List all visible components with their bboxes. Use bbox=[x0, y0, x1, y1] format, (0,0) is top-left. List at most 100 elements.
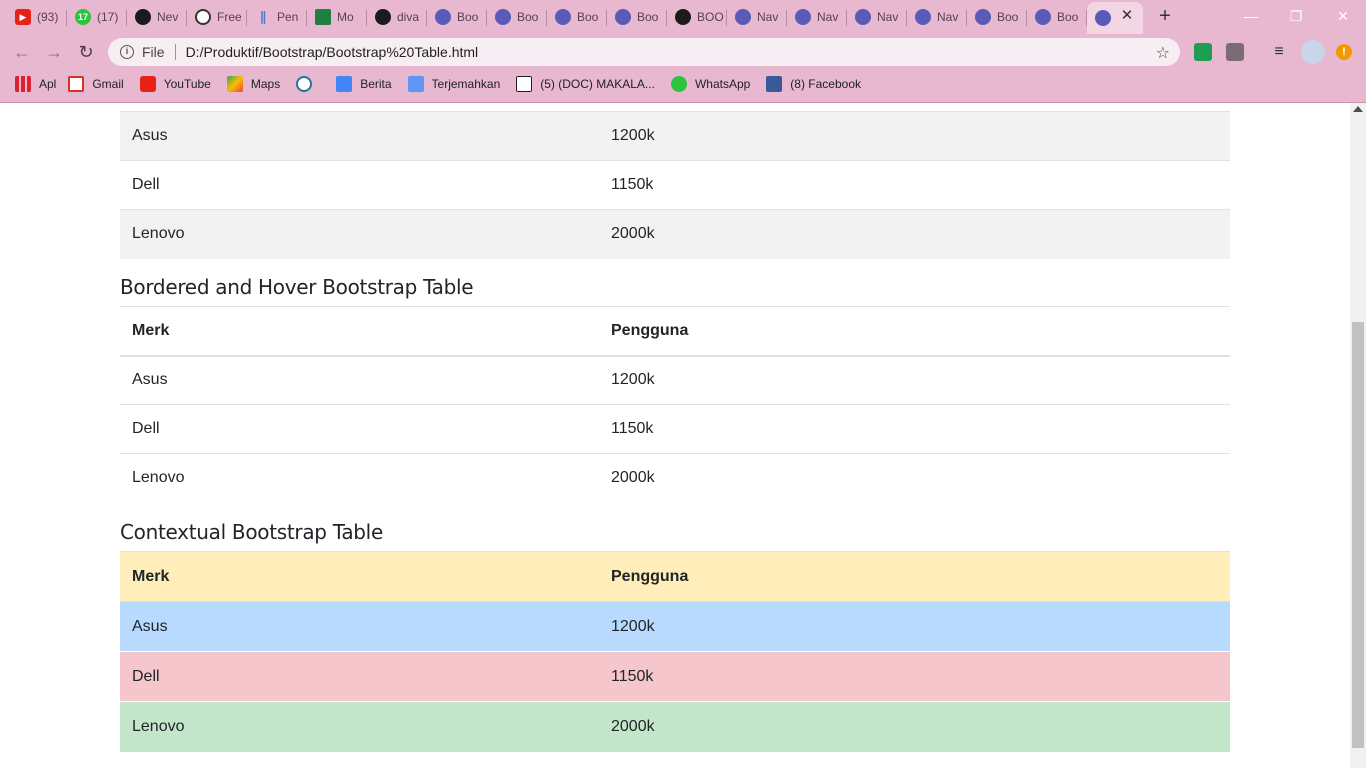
url-scheme: File bbox=[142, 44, 165, 60]
page-viewport: Asus 1200k Dell 1150k Lenovo 2000k Borde… bbox=[0, 103, 1350, 768]
minimize-icon[interactable]: — bbox=[1240, 6, 1262, 26]
bookmark-maps[interactable]: Maps bbox=[226, 76, 280, 92]
bookmark-wordpress[interactable] bbox=[296, 76, 320, 92]
youtube-icon: ▶ bbox=[15, 9, 31, 25]
github-icon bbox=[135, 9, 151, 25]
globe-icon bbox=[735, 9, 751, 25]
tab[interactable]: ▶ (93) bbox=[7, 4, 67, 30]
update-warning-icon[interactable]: ! bbox=[1336, 44, 1352, 60]
cell-pengguna: 2000k bbox=[611, 717, 655, 735]
info-icon[interactable]: i bbox=[120, 45, 134, 59]
pen-icon: ∥ bbox=[259, 9, 267, 24]
back-button[interactable]: ← bbox=[10, 40, 34, 64]
table-row-success: Lenovo 2000k bbox=[120, 701, 1230, 752]
tab[interactable]: Free bbox=[187, 4, 247, 30]
restore-icon[interactable]: ❐ bbox=[1285, 6, 1307, 26]
reload-button[interactable]: ↻ bbox=[74, 40, 98, 64]
bookmark-gmail[interactable]: Gmail bbox=[68, 76, 124, 92]
tab[interactable]: Boo bbox=[427, 4, 487, 30]
table-header-row: Merk Pengguna bbox=[120, 551, 1230, 602]
bookmark-youtube[interactable]: YouTube bbox=[139, 76, 211, 92]
table-row[interactable]: Asus 1200k bbox=[120, 356, 1230, 405]
cell-merk: Lenovo bbox=[132, 717, 185, 735]
tab[interactable]: Mo bbox=[307, 4, 367, 30]
bookmark-whatsapp[interactable]: WhatsApp bbox=[670, 76, 750, 92]
globe-icon bbox=[615, 9, 631, 25]
column-header-pengguna: Pengguna bbox=[611, 567, 689, 585]
tab[interactable]: Nav bbox=[847, 4, 907, 30]
media-control-icon[interactable]: ≡ bbox=[1270, 43, 1288, 61]
scroll-up-arrow-icon[interactable] bbox=[1353, 106, 1363, 112]
github-icon bbox=[675, 9, 691, 25]
scrollbar-thumb[interactable] bbox=[1352, 322, 1364, 748]
github-icon bbox=[375, 9, 391, 25]
bordered-hover-table: Merk Pengguna Asus 1200k Dell 1150k Leno… bbox=[120, 306, 1230, 503]
table-row-primary: Asus 1200k bbox=[120, 601, 1230, 652]
wordpress-icon bbox=[296, 76, 313, 92]
tab[interactable]: Boo bbox=[1027, 4, 1087, 30]
striped-table-container: Asus 1200k Dell 1150k Lenovo 2000k bbox=[120, 111, 1230, 259]
cell-pengguna: 2000k bbox=[611, 225, 655, 243]
bookmark-doc[interactable]: (5) (DOC) MAKALA... bbox=[516, 76, 655, 92]
striped-table: Asus 1200k Dell 1150k Lenovo 2000k bbox=[120, 111, 1230, 259]
tab[interactable]: 17 (17) bbox=[67, 4, 127, 30]
window-close-icon[interactable]: ✕ bbox=[1332, 6, 1354, 26]
tab[interactable]: Nav bbox=[907, 4, 967, 30]
classroom-extension-icon[interactable] bbox=[1194, 43, 1212, 61]
globe-icon bbox=[795, 9, 811, 25]
new-tab-button[interactable]: + bbox=[1154, 6, 1176, 28]
browser-chrome: ▶ (93) 17 (17) Nev Free ∥ Pen Mo diva Boo B… bbox=[0, 0, 1366, 103]
bookmark-star-icon[interactable]: ☆ bbox=[1156, 43, 1170, 63]
whatsapp-icon bbox=[670, 76, 687, 92]
cell-pengguna: 2000k bbox=[611, 469, 655, 487]
cell-merk: Dell bbox=[132, 176, 160, 193]
bookmark-terjemahkan[interactable]: Terjemahkan bbox=[407, 76, 500, 92]
table-row[interactable]: Lenovo 2000k bbox=[120, 454, 1230, 503]
globe-icon bbox=[1035, 9, 1051, 25]
bookmark-facebook[interactable]: (8) Facebook bbox=[766, 76, 861, 92]
globe-icon bbox=[915, 9, 931, 25]
contextual-table: Merk Pengguna Asus 1200k Dell 1150k Leno… bbox=[120, 551, 1230, 752]
tab[interactable]: ∥ Pen bbox=[247, 4, 307, 30]
table-row: Asus 1200k bbox=[120, 111, 1230, 161]
classroom-icon bbox=[315, 9, 331, 25]
tab[interactable]: Nav bbox=[727, 4, 787, 30]
column-header-merk: Merk bbox=[132, 321, 170, 339]
divider bbox=[174, 44, 176, 60]
cell-merk: Lenovo bbox=[132, 225, 185, 243]
tab[interactable]: Boo bbox=[487, 4, 547, 30]
profile-avatar[interactable] bbox=[1301, 40, 1325, 64]
address-bar[interactable]: i File D:/Produktif/Bootstrap/Bootstrap%… bbox=[108, 38, 1180, 66]
tab-strip: ▶ (93) 17 (17) Nev Free ∥ Pen Mo diva Boo B… bbox=[0, 0, 1366, 34]
facebook-icon bbox=[766, 76, 783, 92]
cell-pengguna: 1200k bbox=[611, 617, 655, 635]
maps-icon bbox=[226, 76, 243, 92]
forward-button[interactable]: → bbox=[42, 40, 66, 64]
section-heading: Bordered and Hover Bootstrap Table bbox=[120, 275, 474, 299]
section-heading: Contextual Bootstrap Table bbox=[120, 520, 383, 544]
table-row[interactable]: Dell 1150k bbox=[120, 405, 1230, 454]
globe-icon bbox=[435, 9, 451, 25]
close-tab-icon[interactable]: ✕ bbox=[1119, 8, 1135, 24]
tab[interactable]: diva bbox=[367, 4, 427, 30]
download-icon[interactable] bbox=[1226, 43, 1244, 61]
tab[interactable]: Boo bbox=[967, 4, 1027, 30]
bookmark-apps[interactable]: Apl bbox=[15, 76, 56, 92]
tab[interactable]: BOO bbox=[667, 4, 727, 30]
table-row-danger: Dell 1150k bbox=[120, 651, 1230, 702]
cell-merk: Asus bbox=[132, 127, 168, 144]
column-header-merk: Merk bbox=[132, 567, 170, 585]
youtube-icon bbox=[139, 76, 156, 92]
figma-icon bbox=[195, 9, 211, 25]
bookmark-berita[interactable]: Berita bbox=[336, 76, 392, 92]
cell-pengguna: 1150k bbox=[611, 176, 654, 193]
url-text: D:/Produktif/Bootstrap/Bootstrap%20Table… bbox=[185, 44, 479, 60]
tab[interactable]: Nev bbox=[127, 4, 187, 30]
cell-merk: Asus bbox=[132, 371, 168, 389]
tab[interactable]: Nav bbox=[787, 4, 847, 30]
cell-merk: Asus bbox=[132, 617, 168, 635]
bookmarks-bar: Apl Gmail YouTube Maps Berita Terjemahka… bbox=[0, 70, 1366, 98]
tab[interactable]: Boo bbox=[607, 4, 667, 30]
tab[interactable]: Boo bbox=[547, 4, 607, 30]
globe-icon bbox=[975, 9, 991, 25]
